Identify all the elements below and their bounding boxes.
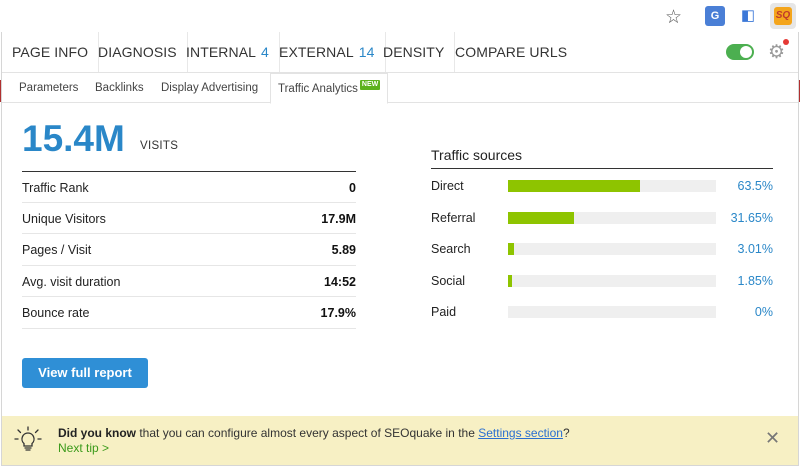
source-bar-fill bbox=[508, 180, 641, 192]
stat-row: Traffic Rank 0 bbox=[22, 171, 356, 203]
gear-icon[interactable]: ⚙ bbox=[768, 41, 785, 64]
source-percent: 0% bbox=[754, 305, 773, 319]
tab-diagnosis[interactable]: DIAGNOSIS bbox=[88, 32, 188, 72]
source-bar-track bbox=[508, 243, 716, 255]
tag-extension-icon[interactable]: ◧ bbox=[738, 6, 758, 26]
tab-label: EXTERNAL bbox=[279, 44, 354, 60]
enable-toggle[interactable] bbox=[726, 44, 754, 60]
stat-row: Pages / Visit 5.89 bbox=[22, 234, 356, 266]
source-label: Direct bbox=[431, 179, 464, 193]
traffic-source-row: Direct 63.5% bbox=[431, 169, 773, 201]
view-full-report-button[interactable]: View full report bbox=[22, 358, 148, 388]
source-bar-track bbox=[508, 306, 716, 318]
stat-row: Bounce rate 17.9% bbox=[22, 297, 356, 329]
source-label: Referral bbox=[431, 210, 476, 225]
source-label: Search bbox=[431, 242, 471, 256]
tab-count: 4 bbox=[261, 44, 269, 60]
visits-number: 15.4M bbox=[22, 118, 125, 159]
lightbulb-icon bbox=[14, 426, 42, 451]
tab-label: DENSITY bbox=[383, 44, 445, 60]
source-label: Social bbox=[431, 273, 466, 288]
tab-page-info[interactable]: PAGE INFO bbox=[2, 32, 100, 72]
translate-extension-icon[interactable]: G bbox=[705, 6, 725, 26]
stat-row: Unique Visitors 17.9M bbox=[22, 203, 356, 234]
source-percent: 1.85% bbox=[737, 273, 773, 288]
subtab-parameters[interactable]: Parameters bbox=[12, 73, 85, 103]
traffic-sources-list: Direct 63.5% Referral 31.65% Search 3.01% S… bbox=[431, 168, 773, 327]
sub-tabs: Parameters Backlinks Display Advertising… bbox=[2, 73, 798, 104]
stat-label: Avg. visit duration bbox=[22, 274, 121, 289]
source-bar-fill bbox=[508, 243, 515, 255]
subtab-display-advertising[interactable]: Display Advertising bbox=[154, 73, 265, 103]
stat-label: Bounce rate bbox=[22, 306, 90, 320]
next-tip-link[interactable]: Next tip > bbox=[58, 441, 109, 455]
top-nav: PAGE INFO DIAGNOSIS INTERNAL 4 EXTERNAL 14… bbox=[2, 32, 798, 73]
tab-label: INTERNAL bbox=[186, 44, 257, 60]
traffic-source-row: Paid 0% bbox=[431, 295, 773, 327]
subtab-label: Traffic Analytics bbox=[278, 83, 358, 95]
seoquake-popup: PAGE INFO DIAGNOSIS INTERNAL 4 EXTERNAL 14… bbox=[1, 32, 799, 466]
toggle-knob bbox=[740, 46, 752, 58]
traffic-source-row: Social 1.85% bbox=[431, 264, 773, 296]
tab-external[interactable]: EXTERNAL 14 bbox=[269, 32, 386, 72]
tab-internal[interactable]: INTERNAL 4 bbox=[176, 32, 280, 72]
stat-row: Avg. visit duration 14:52 bbox=[22, 266, 356, 297]
star-icon[interactable]: ☆ bbox=[665, 6, 682, 29]
seoquake-extension-icon[interactable]: SQ bbox=[770, 3, 796, 29]
notification-dot bbox=[783, 39, 789, 45]
browser-toolbar: ☆ G ◧ SQ bbox=[0, 0, 800, 32]
tab-compare-urls[interactable]: COMPARE URLS bbox=[445, 32, 577, 72]
source-bar-track bbox=[508, 180, 716, 192]
subtab-traffic-analytics[interactable]: Traffic Analytics NEW bbox=[270, 73, 389, 104]
source-percent: 63.5% bbox=[737, 179, 773, 193]
tab-label: DIAGNOSIS bbox=[98, 44, 177, 60]
visits-label: VISITS bbox=[140, 140, 179, 152]
source-bar-fill bbox=[508, 274, 512, 287]
close-icon[interactable]: ✕ bbox=[765, 428, 780, 449]
stat-label: Traffic Rank bbox=[22, 181, 89, 195]
source-bar-track bbox=[508, 274, 716, 287]
traffic-source-row: Referral 31.65% bbox=[431, 201, 773, 233]
stat-value: 5.89 bbox=[331, 243, 356, 257]
source-bar-fill bbox=[508, 211, 574, 224]
stat-value: 14:52 bbox=[324, 274, 356, 289]
tip-text: Did you know that you can configure almo… bbox=[58, 426, 570, 440]
traffic-sources-title: Traffic sources bbox=[431, 147, 523, 163]
stat-value: 0 bbox=[349, 181, 356, 195]
traffic-source-row: Search 3.01% bbox=[431, 232, 773, 264]
tab-label: COMPARE URLS bbox=[455, 44, 568, 60]
source-percent: 31.65% bbox=[730, 210, 773, 225]
tip-suffix: ? bbox=[562, 426, 570, 440]
tip-bold: Did you know bbox=[58, 426, 136, 440]
seoquake-logo: SQ bbox=[774, 7, 792, 25]
stats-table: Traffic Rank 0 Unique Visitors 17.9M Pages… bbox=[22, 171, 356, 329]
stat-value: 17.9% bbox=[320, 306, 356, 320]
source-percent: 3.01% bbox=[737, 242, 773, 256]
settings-section-link[interactable]: Settings section bbox=[478, 426, 563, 440]
tab-density[interactable]: DENSITY bbox=[373, 32, 456, 72]
subtab-backlinks[interactable]: Backlinks bbox=[88, 73, 151, 103]
stat-label: Unique Visitors bbox=[22, 211, 106, 226]
source-label: Paid bbox=[431, 305, 457, 319]
tab-label: PAGE INFO bbox=[12, 44, 89, 60]
tip-bar: Did you know that you can configure almo… bbox=[2, 416, 798, 465]
new-badge: NEW bbox=[359, 80, 381, 90]
stat-value: 17.9M bbox=[321, 211, 356, 226]
tip-body: that you can configure almost every aspe… bbox=[139, 426, 475, 440]
stat-label: Pages / Visit bbox=[22, 243, 92, 257]
source-bar-track bbox=[508, 211, 716, 224]
